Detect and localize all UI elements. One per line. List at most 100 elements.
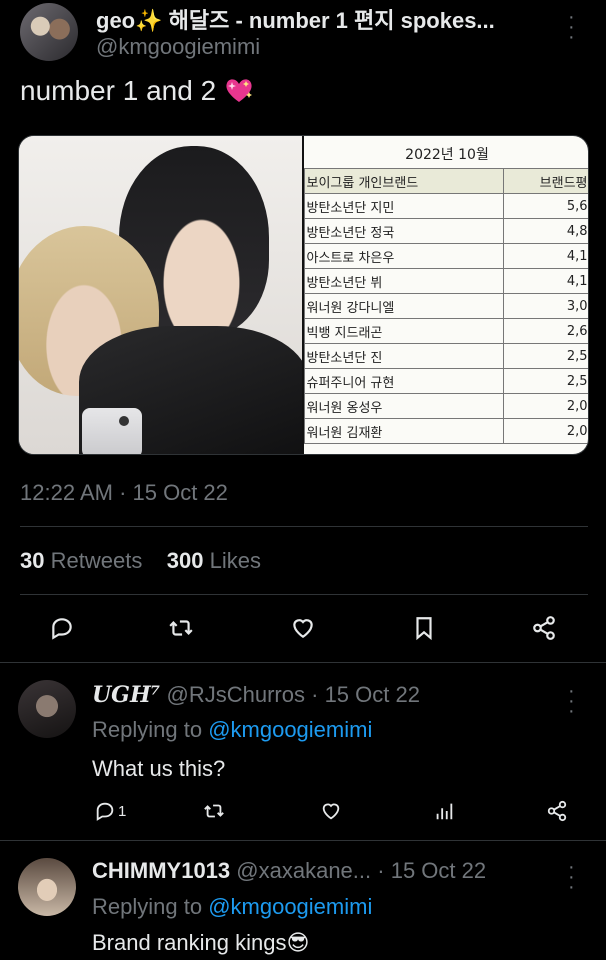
table-cell: 5,6 — [502, 193, 588, 219]
table-cell: 4,8 — [502, 218, 588, 244]
reply-icon — [52, 618, 72, 640]
ranking-table: 보이그룹 개인브랜드 브랜드평 방탄소년단 지민 5,6 방탄소년단 정국 4,8 … — [303, 168, 588, 444]
author-display-name[interactable]: geo✨ 해달즈 - number 1 편지 spokes... — [96, 3, 556, 35]
retweet-button[interactable] — [163, 610, 199, 646]
retweet-icon — [169, 620, 193, 636]
like-button[interactable] — [285, 610, 321, 646]
retweets-label: Retweets — [50, 548, 143, 573]
tweet-text: number 1 and 2 — [20, 72, 254, 107]
likes-label: Likes — [209, 548, 261, 573]
analytics-icon — [436, 803, 453, 820]
like-button[interactable] — [320, 797, 342, 825]
bookmark-icon — [416, 617, 432, 641]
table-cell: 4,1 — [502, 243, 588, 269]
reply-actions: 1 — [0, 797, 606, 825]
reply-button[interactable] — [44, 610, 80, 646]
share-icon — [547, 800, 567, 822]
reply-display-name: UGH⁷ — [92, 682, 161, 708]
table-cell: 2,5 — [502, 368, 588, 394]
reply-handle: @RJsChurros — [166, 682, 305, 707]
table-row: 방탄소년단 진 2,5 — [303, 343, 588, 369]
phone-in-photo — [82, 408, 142, 454]
author-avatar[interactable] — [20, 3, 78, 61]
table-cell: 슈퍼주니어 규현 — [303, 368, 504, 394]
more-options-icon[interactable]: · · · — [568, 857, 575, 897]
likes-stat[interactable]: 300 Likes — [167, 548, 261, 573]
reply-author[interactable]: UGH⁷ @RJsChurros · 15 Oct 22 — [92, 682, 420, 708]
reply-count: 1 — [118, 802, 127, 820]
table-cell: 워너원 옹성우 — [303, 393, 504, 419]
table-row: 방탄소년단 뷔 4,1 — [303, 268, 588, 294]
divider — [20, 594, 588, 595]
retweet-icon — [204, 804, 224, 818]
retweets-stat[interactable]: 30 Retweets — [20, 548, 142, 573]
table-cell: 2,6 — [502, 318, 588, 344]
divider — [20, 526, 588, 527]
reply-text: Brand ranking kings😎 — [92, 930, 310, 955]
table-header: 브랜드평 — [502, 168, 588, 194]
table-cell: 방탄소년단 지민 — [303, 193, 504, 219]
ranking-table-image[interactable]: 2022년 10월 보이그룹 개인브랜드 브랜드평 방탄소년단 지민 5,6 방탄… — [301, 136, 588, 454]
table-cell: 워너원 강다니엘 — [303, 293, 504, 319]
reply-avatar[interactable] — [18, 680, 76, 738]
table-row: 슈퍼주니어 규현 2,5 — [303, 368, 588, 394]
bookmark-button[interactable] — [406, 610, 442, 646]
share-icon — [533, 616, 555, 640]
author-handle[interactable]: @kmgoogiemimi — [96, 34, 260, 60]
table-cell: 2,0 — [502, 393, 588, 419]
replying-prefix: Replying to — [92, 894, 209, 919]
reply-display-name: CHIMMY1013 — [92, 858, 231, 883]
table-cell: 아스트로 차은우 — [303, 243, 504, 269]
table-row: 워너원 강다니엘 3,0 — [303, 293, 588, 319]
replying-to: Replying to @kmgoogiemimi — [92, 894, 372, 920]
retweet-button[interactable] — [203, 797, 225, 825]
table-row: 방탄소년단 정국 4,8 — [303, 218, 588, 244]
analytics-button[interactable] — [433, 797, 455, 825]
replying-to: Replying to @kmgoogiemimi — [92, 717, 372, 743]
tweet-media[interactable]: 2022년 10월 보이그룹 개인브랜드 브랜드평 방탄소년단 지민 5,6 방탄… — [18, 135, 589, 455]
replying-mention[interactable]: @kmgoogiemimi — [208, 894, 372, 919]
table-cell: 방탄소년단 진 — [303, 343, 504, 369]
retweets-count: 30 — [20, 548, 45, 573]
tweet-actions — [0, 610, 606, 646]
sparkling-heart-emoji-icon — [226, 79, 252, 102]
tweet-text-content: number 1 and 2 — [20, 75, 217, 106]
table-cell: 빅뱅 지드래곤 — [303, 318, 504, 344]
reply-tweet[interactable]: CHIMMY1013 @xaxakane... · 15 Oct 22 · · · … — [0, 840, 606, 960]
selfie-photo[interactable] — [19, 136, 302, 454]
replying-mention[interactable]: @kmgoogiemimi — [208, 717, 372, 742]
table-cell: 2,0 — [502, 418, 588, 444]
share-button[interactable] — [546, 797, 568, 825]
table-title: 2022년 10월 — [405, 147, 489, 163]
table-cell: 3,0 — [502, 293, 588, 319]
reply-handle: @xaxakane... — [236, 858, 372, 883]
reply-text: What us this? — [92, 756, 226, 781]
heart-icon — [293, 619, 313, 638]
likes-count: 300 — [166, 548, 204, 573]
table-row: 아스트로 차은우 4,1 — [303, 243, 588, 269]
table-row: 워너원 김재환 2,0 — [303, 418, 588, 444]
reply-button[interactable]: 1 — [94, 797, 126, 825]
table-cell: 워너원 김재환 — [303, 418, 504, 444]
reply-date: · 15 Oct 22 — [311, 682, 420, 707]
table-cell: 4,1 — [502, 268, 588, 294]
table-row: 워너원 옹성우 2,0 — [303, 393, 588, 419]
more-options-icon[interactable]: · · · — [568, 681, 575, 721]
reply-date: · 15 Oct 22 — [377, 858, 487, 883]
table-row: 방탄소년단 지민 5,6 — [303, 193, 588, 219]
reply-author[interactable]: CHIMMY1013 @xaxakane... · 15 Oct 22 — [92, 858, 486, 884]
reply-icon — [96, 802, 114, 821]
tweet-stats: 30 Retweets 300 Likes — [20, 548, 261, 574]
table-row: 빅뱅 지드래곤 2,6 — [303, 318, 588, 344]
more-options-icon[interactable]: · · · — [568, 7, 575, 47]
table-cell: 2,5 — [502, 343, 588, 369]
reply-avatar[interactable] — [18, 858, 76, 916]
heart-icon — [322, 803, 340, 820]
table-cell: 방탄소년단 뷔 — [303, 268, 504, 294]
share-button[interactable] — [526, 610, 562, 646]
replying-prefix: Replying to — [92, 717, 209, 742]
tweet-timestamp[interactable]: 12:22 AM · 15 Oct 22 — [20, 480, 228, 506]
table-header: 보이그룹 개인브랜드 — [303, 168, 504, 194]
table-cell: 방탄소년단 정국 — [303, 218, 504, 244]
reply-tweet[interactable]: UGH⁷ @RJsChurros · 15 Oct 22 · · · Replyin… — [0, 662, 606, 842]
